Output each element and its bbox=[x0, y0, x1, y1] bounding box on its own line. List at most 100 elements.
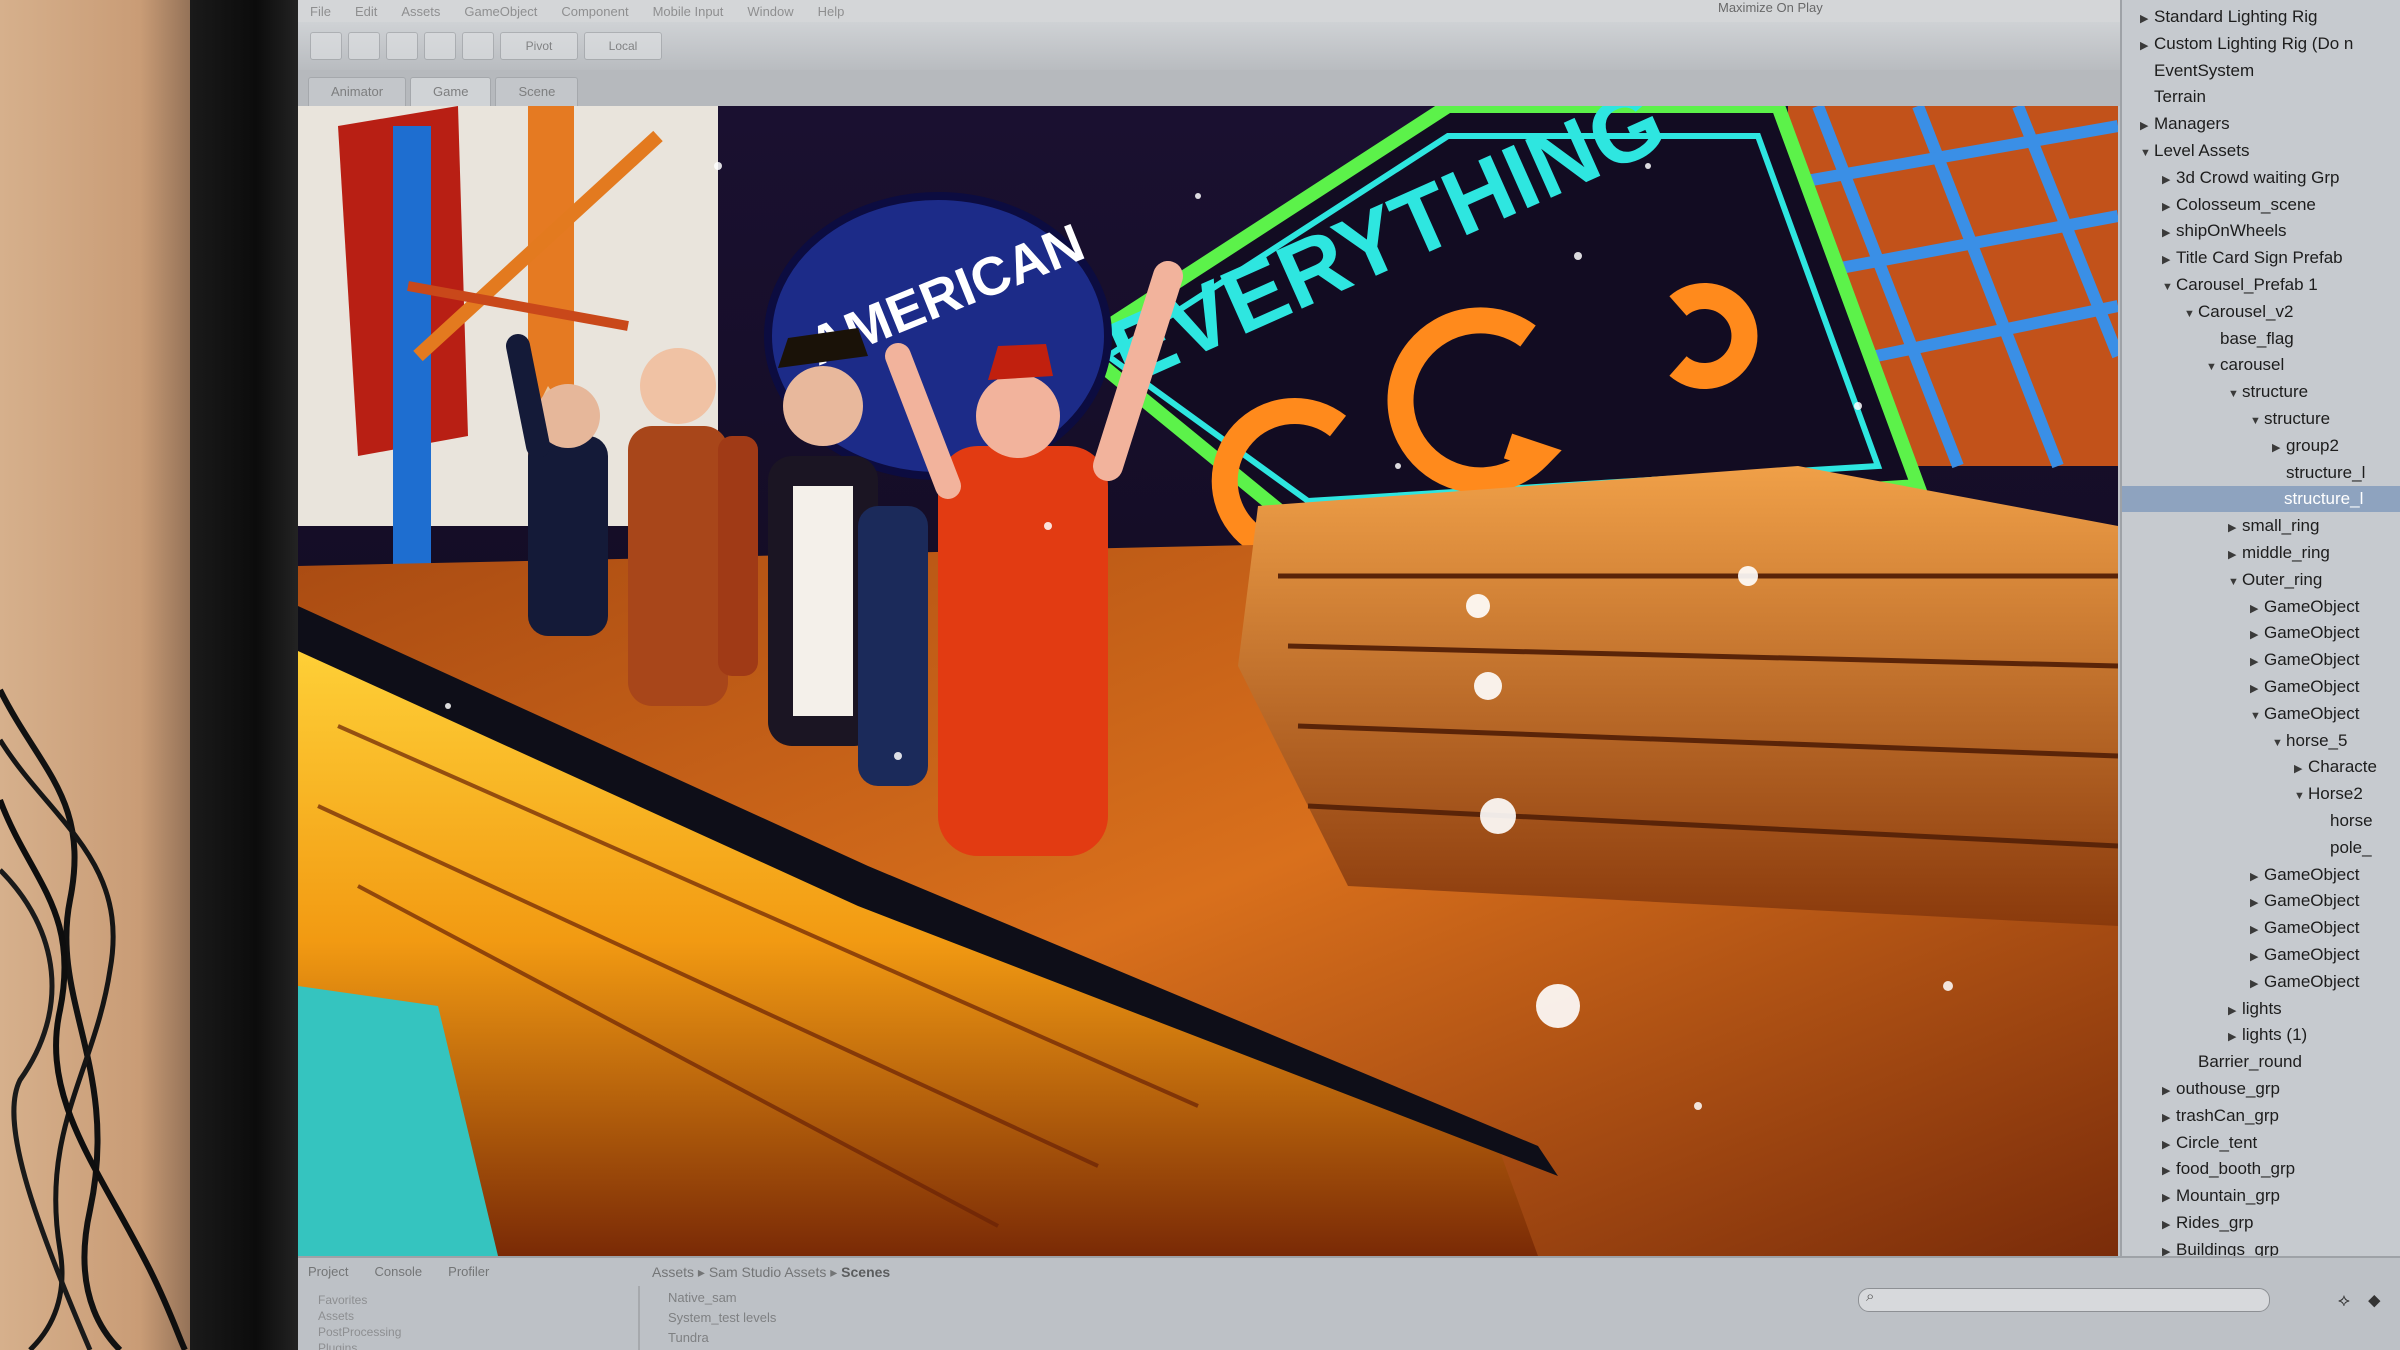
expand-triangle-icon[interactable]: ▼ bbox=[2294, 783, 2308, 809]
hierarchy-item-selected[interactable]: structure_l bbox=[2122, 486, 2400, 513]
menu-help[interactable]: Help bbox=[818, 4, 845, 19]
tab-console[interactable]: Console bbox=[374, 1264, 422, 1279]
hierarchy-item[interactable]: structure_l bbox=[2122, 460, 2365, 486]
breadcrumb-item[interactable]: Scenes bbox=[841, 1264, 890, 1280]
menu-edit[interactable]: Edit bbox=[355, 4, 377, 19]
expand-triangle-icon[interactable]: ▼ bbox=[2206, 354, 2220, 380]
menu-gameobject[interactable]: GameObject bbox=[464, 4, 537, 19]
hierarchy-item[interactable]: ▶ GameObject bbox=[2122, 915, 2359, 941]
breadcrumb-item[interactable]: Assets bbox=[652, 1264, 694, 1280]
collapse-triangle-icon[interactable]: ▶ bbox=[2250, 864, 2264, 890]
collapse-triangle-icon[interactable]: ▶ bbox=[2250, 917, 2264, 943]
hand-tool-button[interactable] bbox=[310, 32, 342, 60]
hierarchy-item[interactable]: ▶ GameObject bbox=[2122, 888, 2359, 914]
project-search-input[interactable] bbox=[1858, 1288, 2270, 1312]
hierarchy-item[interactable]: ▼ horse_5 bbox=[2122, 728, 2347, 754]
collapse-triangle-icon[interactable]: ▶ bbox=[2162, 1132, 2176, 1158]
expand-triangle-icon[interactable]: ▼ bbox=[2228, 381, 2242, 407]
expand-triangle-icon[interactable]: ▼ bbox=[2272, 730, 2286, 756]
collapse-triangle-icon[interactable]: ▶ bbox=[2250, 971, 2264, 997]
tab-scene[interactable]: Scene bbox=[495, 77, 579, 106]
expand-triangle-icon[interactable]: ▼ bbox=[2228, 569, 2242, 595]
tree-item[interactable]: PostProcessing bbox=[318, 1324, 401, 1340]
menu-window[interactable]: Window bbox=[747, 4, 793, 19]
hierarchy-item[interactable]: ▶ GameObject bbox=[2122, 969, 2359, 995]
expand-triangle-icon[interactable]: ▼ bbox=[2162, 274, 2176, 300]
scale-tool-button[interactable] bbox=[424, 32, 456, 60]
hierarchy-item[interactable]: ▶ lights bbox=[2122, 996, 2282, 1022]
hierarchy-item[interactable]: ▼ Outer_ring bbox=[2122, 567, 2322, 593]
file-item[interactable]: Native_sam bbox=[668, 1288, 776, 1308]
file-item[interactable]: Tundra bbox=[668, 1328, 776, 1348]
hierarchy-item[interactable]: ▶ shipOnWheels bbox=[2122, 218, 2287, 244]
hierarchy-item[interactable]: Terrain bbox=[2122, 84, 2206, 110]
menu-component[interactable]: Component bbox=[561, 4, 628, 19]
hierarchy-item[interactable]: ▶ Standard Lighting Rig bbox=[2122, 4, 2318, 30]
hierarchy-item[interactable]: ▶ Title Card Sign Prefab bbox=[2122, 245, 2343, 271]
hierarchy-item[interactable]: ▶ GameObject bbox=[2122, 594, 2359, 620]
hierarchy-item[interactable]: ▶ Circle_tent bbox=[2122, 1130, 2257, 1156]
hierarchy-item[interactable]: Barrier_round bbox=[2122, 1049, 2302, 1075]
file-item[interactable]: System_test levels bbox=[668, 1308, 776, 1328]
menu-file[interactable]: File bbox=[310, 4, 331, 19]
hierarchy-item[interactable]: EventSystem bbox=[2122, 58, 2254, 84]
hierarchy-item[interactable]: ▶ 3d Crowd waiting Grp bbox=[2122, 165, 2339, 191]
hierarchy-item[interactable]: ▶ small_ring bbox=[2122, 513, 2319, 539]
collapse-triangle-icon[interactable]: ▶ bbox=[2140, 113, 2154, 139]
tab-game[interactable]: Game bbox=[410, 77, 492, 106]
hierarchy-item[interactable]: ▶ Custom Lighting Rig (Do n bbox=[2122, 31, 2353, 57]
project-folder-tree[interactable]: Favorites Assets PostProcessing Plugins bbox=[318, 1292, 401, 1350]
hierarchy-item[interactable]: ▼ Carousel_v2 bbox=[2122, 299, 2293, 325]
collapse-triangle-icon[interactable]: ▶ bbox=[2162, 1185, 2176, 1211]
hierarchy-item[interactable]: ▼ structure bbox=[2122, 406, 2330, 432]
menu-assets[interactable]: Assets bbox=[401, 4, 440, 19]
collapse-triangle-icon[interactable]: ▶ bbox=[2250, 676, 2264, 702]
hierarchy-item[interactable]: horse bbox=[2122, 808, 2373, 834]
collapse-triangle-icon[interactable]: ▶ bbox=[2250, 596, 2264, 622]
collapse-triangle-icon[interactable]: ▶ bbox=[2162, 167, 2176, 193]
collapse-triangle-icon[interactable]: ▶ bbox=[2162, 1212, 2176, 1238]
hierarchy-item[interactable]: ▶ food_booth_grp bbox=[2122, 1156, 2295, 1182]
collapse-triangle-icon[interactable]: ▶ bbox=[2162, 220, 2176, 246]
hierarchy-item[interactable]: ▼ Carousel_Prefab 1 bbox=[2122, 272, 2318, 298]
hierarchy-item[interactable]: base_flag bbox=[2122, 326, 2294, 352]
collapse-triangle-icon[interactable]: ▶ bbox=[2162, 194, 2176, 220]
expand-triangle-icon[interactable]: ▼ bbox=[2140, 140, 2154, 166]
collapse-triangle-icon[interactable]: ▶ bbox=[2250, 649, 2264, 675]
hierarchy-item[interactable]: ▶ GameObject bbox=[2122, 862, 2359, 888]
filter-icon[interactable]: ⟡ bbox=[2338, 1290, 2350, 1311]
hierarchy-item[interactable]: pole_ bbox=[2122, 835, 2372, 861]
tag-icon[interactable]: ⬥ bbox=[2368, 1290, 2381, 1311]
collapse-triangle-icon[interactable]: ▶ bbox=[2294, 756, 2308, 782]
tree-item[interactable]: Plugins bbox=[318, 1340, 401, 1350]
collapse-triangle-icon[interactable]: ▶ bbox=[2228, 1024, 2242, 1050]
collapse-triangle-icon[interactable]: ▶ bbox=[2228, 998, 2242, 1024]
rotate-tool-button[interactable] bbox=[386, 32, 418, 60]
collapse-triangle-icon[interactable]: ▶ bbox=[2162, 247, 2176, 273]
expand-triangle-icon[interactable]: ▼ bbox=[2250, 703, 2264, 729]
collapse-triangle-icon[interactable]: ▶ bbox=[2228, 515, 2242, 541]
collapse-triangle-icon[interactable]: ▶ bbox=[2162, 1078, 2176, 1104]
collapse-triangle-icon[interactable]: ▶ bbox=[2140, 33, 2154, 59]
collapse-triangle-icon[interactable]: ▶ bbox=[2272, 435, 2286, 461]
hierarchy-item[interactable]: ▶ outhouse_grp bbox=[2122, 1076, 2280, 1102]
collapse-triangle-icon[interactable]: ▶ bbox=[2228, 542, 2242, 568]
local-toggle[interactable]: Local bbox=[584, 32, 662, 60]
move-tool-button[interactable] bbox=[348, 32, 380, 60]
tree-item[interactable]: Assets bbox=[318, 1308, 401, 1324]
game-view[interactable]: EVERYTHING AMERICAN bbox=[298, 106, 2118, 1256]
collapse-triangle-icon[interactable]: ▶ bbox=[2162, 1105, 2176, 1131]
hierarchy-item[interactable]: ▶ group2 bbox=[2122, 433, 2339, 459]
collapse-triangle-icon[interactable]: ▶ bbox=[2140, 6, 2154, 32]
collapse-triangle-icon[interactable]: ▶ bbox=[2250, 622, 2264, 648]
hierarchy-item[interactable]: ▶ middle_ring bbox=[2122, 540, 2330, 566]
hierarchy-item[interactable]: ▶ lights (1) bbox=[2122, 1022, 2307, 1048]
hierarchy-item[interactable]: ▶ Colosseum_scene bbox=[2122, 192, 2316, 218]
tab-project[interactable]: Project bbox=[308, 1264, 348, 1279]
pivot-toggle[interactable]: Pivot bbox=[500, 32, 578, 60]
collapse-triangle-icon[interactable]: ▶ bbox=[2162, 1158, 2176, 1184]
expand-triangle-icon[interactable]: ▼ bbox=[2250, 408, 2264, 434]
hierarchy-item[interactable]: ▶ Characte bbox=[2122, 754, 2377, 780]
hierarchy-item[interactable]: ▼ Level Assets bbox=[2122, 138, 2249, 164]
hierarchy-item[interactable]: ▶ Mountain_grp bbox=[2122, 1183, 2280, 1209]
